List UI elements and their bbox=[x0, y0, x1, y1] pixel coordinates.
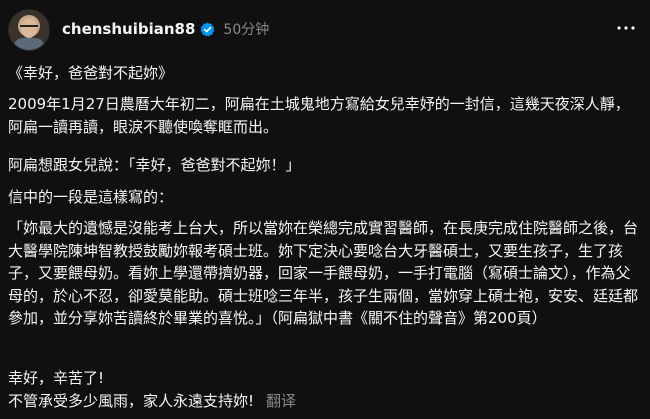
post-closing: 幸好，辛苦了! 不管承受多少風雨，家人永遠支持妳! 翻译 bbox=[8, 367, 640, 412]
post-header: chenshuibian88 50分钟 bbox=[62, 17, 269, 41]
post-closing-text: 不管承受多少風雨，家人永遠支持妳! bbox=[8, 391, 255, 410]
more-horizontal-icon bbox=[617, 26, 635, 30]
avatar[interactable] bbox=[8, 9, 50, 51]
translate-link[interactable]: 翻译 bbox=[266, 392, 296, 410]
post-quote-paragraph: 「妳最大的遺憾是沒能考上台大，所以當妳在榮總完成實習醫師，在長庚完成住院醫師之後… bbox=[8, 219, 639, 327]
post-paragraph: 信中的一段是這樣寫的： bbox=[8, 188, 174, 206]
thread-post: chenshuibian88 50分钟 《幸好，爸爸對不起妳》 2009年1月2… bbox=[0, 0, 650, 419]
verified-badge-icon bbox=[200, 21, 215, 37]
username-link[interactable]: chenshuibian88 bbox=[62, 20, 195, 38]
post-closing-line: 不管承受多少風雨，家人永遠支持妳! 翻译 bbox=[8, 390, 640, 413]
post-title-line: 《幸好，爸爸對不起妳》 bbox=[8, 64, 174, 82]
post-closing-line: 幸好，辛苦了! bbox=[8, 369, 105, 387]
post-paragraph: 阿扁想跟女兒說：「幸好，爸爸對不起妳！」 bbox=[8, 156, 301, 174]
more-options-button[interactable] bbox=[614, 16, 638, 40]
post-paragraph: 2009年1月27日農曆大年初二，阿扁在土城鬼地方寫給女兒幸妤的一封信，這幾天夜… bbox=[8, 95, 630, 136]
post-timestamp: 50分钟 bbox=[223, 22, 270, 38]
